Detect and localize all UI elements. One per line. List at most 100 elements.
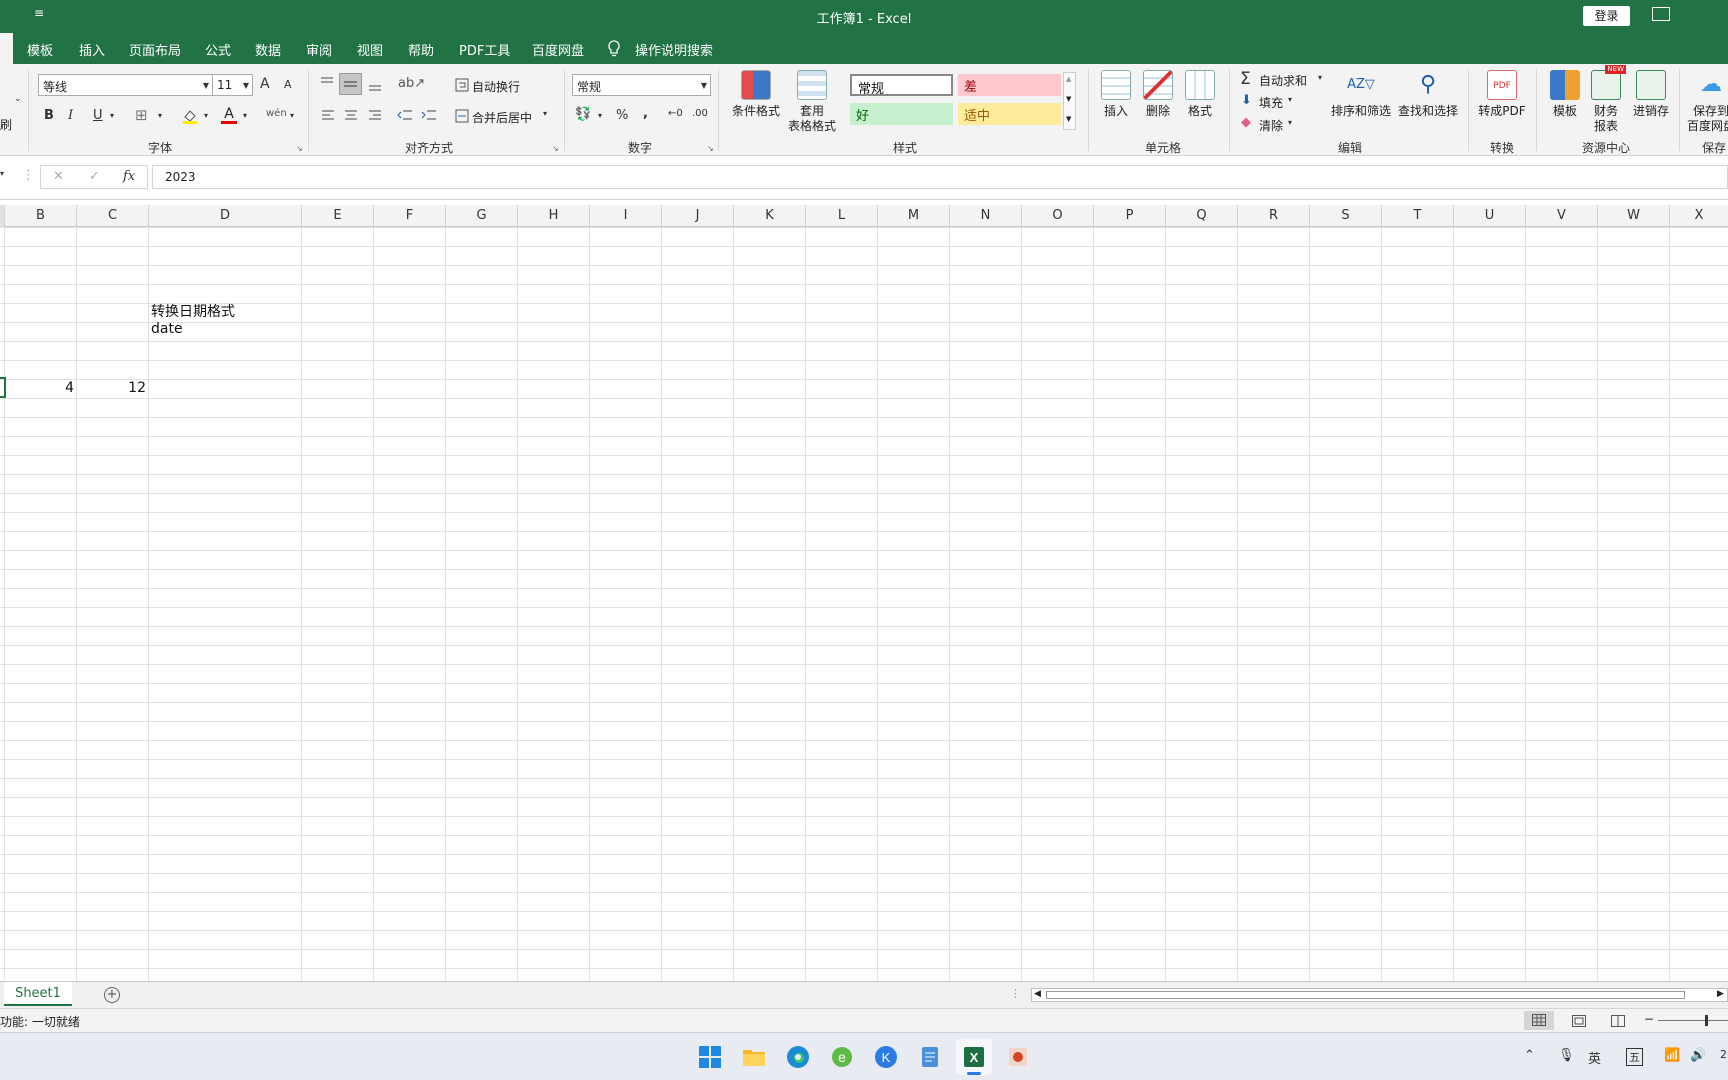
- format-cells-button[interactable]: 格式: [1182, 70, 1218, 119]
- windows-start-icon[interactable]: [698, 1045, 722, 1069]
- percent-style-button[interactable]: %: [616, 108, 628, 123]
- column-header-l[interactable]: L: [806, 205, 878, 227]
- decrease-indent-icon[interactable]: [397, 109, 413, 123]
- merge-center-button[interactable]: 合并后居中: [472, 109, 532, 126]
- column-header-q[interactable]: Q: [1166, 205, 1238, 227]
- zoom-slider-thumb[interactable]: [1705, 1015, 1708, 1026]
- show-hidden-icons[interactable]: ⌃: [1524, 1048, 1535, 1063]
- login-button[interactable]: 登录: [1583, 6, 1630, 26]
- ime-wubi-indicator[interactable]: 五: [1626, 1048, 1643, 1066]
- delete-cells-button[interactable]: 删除: [1140, 70, 1176, 119]
- grow-font-icon[interactable]: A: [260, 76, 270, 92]
- scroll-up-icon[interactable]: ▲: [1066, 75, 1071, 83]
- sheet-tab-sheet1[interactable]: Sheet1: [4, 982, 72, 1006]
- microphone-icon[interactable]: 🎙: [1558, 1048, 1575, 1063]
- italic-button[interactable]: I: [68, 108, 73, 123]
- column-header-i[interactable]: I: [590, 205, 662, 227]
- inventory-button[interactable]: 进销存: [1628, 70, 1674, 119]
- column-header-s[interactable]: S: [1310, 205, 1382, 227]
- column-header-g[interactable]: G: [446, 205, 518, 227]
- column-header-x[interactable]: X: [1670, 205, 1728, 227]
- format-painter-fragment[interactable]: 刷: [0, 116, 12, 133]
- more-styles-icon[interactable]: ▼: [1066, 115, 1071, 123]
- volume-icon[interactable]: 🔊: [1690, 1048, 1706, 1063]
- decrease-decimal-icon[interactable]: .00: [692, 108, 708, 119]
- edge-browser-icon[interactable]: [786, 1045, 810, 1069]
- chevron-down-icon[interactable]: ▾: [1288, 118, 1292, 127]
- column-header-f[interactable]: F: [374, 205, 446, 227]
- style-normal[interactable]: 常规: [850, 74, 953, 97]
- column-header-p[interactable]: P: [1094, 205, 1166, 227]
- wrap-text-button[interactable]: 自动换行: [472, 78, 520, 95]
- column-header-b[interactable]: B: [5, 205, 77, 227]
- convert-pdf-button[interactable]: PDF 转成PDF: [1475, 70, 1529, 119]
- column-header-w[interactable]: W: [1598, 205, 1670, 227]
- dialog-launcher-icon[interactable]: ↘: [552, 144, 559, 153]
- chevron-down-icon[interactable]: ⌄: [14, 94, 22, 104]
- align-middle-button[interactable]: [339, 73, 362, 95]
- font-color-icon[interactable]: A: [221, 106, 237, 126]
- insert-function-icon[interactable]: fx: [123, 169, 135, 184]
- align-bottom-icon[interactable]: [367, 76, 383, 92]
- save-to-netdisk-button[interactable]: ☁ 保存到 百度网盘: [1686, 70, 1728, 134]
- worksheet-grid[interactable]: 转换日期格式 date 4 12: [0, 227, 1728, 981]
- column-header-d[interactable]: D: [149, 205, 302, 227]
- tab-data[interactable]: 数据: [255, 40, 281, 59]
- scroll-right-icon[interactable]: ▶: [1717, 989, 1724, 999]
- column-header-v[interactable]: V: [1526, 205, 1598, 227]
- underline-button[interactable]: U: [93, 108, 103, 123]
- style-good[interactable]: 好: [850, 103, 953, 125]
- chevron-down-icon[interactable]: ▾: [1288, 95, 1292, 104]
- insert-cells-button[interactable]: 插入: [1098, 70, 1134, 119]
- enter-icon[interactable]: ✓: [89, 169, 100, 184]
- format-as-table-button[interactable]: 套用 表格格式: [782, 70, 842, 134]
- tab-baidu-netdisk[interactable]: 百度网盘: [532, 40, 584, 59]
- chevron-down-icon[interactable]: ▾: [204, 111, 208, 120]
- sort-filter-button[interactable]: AZ▽ 排序和筛选: [1330, 70, 1392, 119]
- chevron-down-icon[interactable]: ▾: [543, 109, 547, 118]
- formula-input[interactable]: 2023: [152, 165, 1728, 189]
- dialog-launcher-icon[interactable]: ↘: [296, 144, 303, 153]
- phonetic-guide-icon[interactable]: wén: [266, 108, 287, 119]
- font-name-select[interactable]: 等线 ▼: [38, 74, 213, 96]
- splitter-handle-icon[interactable]: ⋮: [1010, 987, 1021, 1000]
- column-header-n[interactable]: N: [950, 205, 1022, 227]
- scroll-down-icon[interactable]: ▼: [1066, 95, 1071, 103]
- powerpoint-icon[interactable]: [1006, 1045, 1030, 1069]
- conditional-formatting-button[interactable]: 条件格式: [727, 70, 785, 119]
- column-header-j[interactable]: J: [662, 205, 734, 227]
- template-button[interactable]: 模板: [1545, 70, 1585, 119]
- chevron-down-icon[interactable]: ▾: [290, 111, 294, 120]
- number-format-select[interactable]: 常规 ▼: [572, 74, 711, 96]
- align-center-icon[interactable]: [343, 109, 359, 123]
- chevron-down-icon[interactable]: ▾: [243, 111, 247, 120]
- ribbon-display-options-icon[interactable]: [1652, 7, 1670, 21]
- scroll-left-icon[interactable]: ◀: [1034, 989, 1041, 999]
- cell-d5[interactable]: date: [151, 321, 183, 337]
- style-bad[interactable]: 差: [958, 74, 1061, 96]
- add-sheet-icon[interactable]: +: [104, 987, 120, 1003]
- find-select-button[interactable]: ⚲ 查找和选择: [1396, 70, 1460, 119]
- tab-insert[interactable]: 插入: [79, 40, 105, 59]
- finance-report-button[interactable]: NEW 财务 报表: [1588, 65, 1626, 134]
- excel-taskbar-active[interactable]: X: [956, 1039, 992, 1075]
- styles-gallery-scroll[interactable]: ▲ ▼ ▼: [1063, 72, 1076, 130]
- browser-e-icon[interactable]: e: [830, 1045, 854, 1069]
- autosum-button[interactable]: 自动求和: [1259, 72, 1307, 89]
- zoom-slider[interactable]: [1658, 1020, 1728, 1021]
- borders-icon[interactable]: ⊞: [135, 106, 148, 124]
- style-neutral[interactable]: 适中: [958, 103, 1061, 125]
- chevron-down-icon[interactable]: ▾: [1318, 73, 1322, 82]
- horizontal-scroll-thumb[interactable]: [1046, 991, 1685, 999]
- align-right-icon[interactable]: [367, 109, 383, 123]
- cell-d4[interactable]: 转换日期格式: [151, 301, 235, 321]
- tab-template[interactable]: 模板: [27, 40, 53, 59]
- column-header-k[interactable]: K: [734, 205, 806, 227]
- column-header-m[interactable]: M: [878, 205, 950, 227]
- file-explorer-icon[interactable]: [742, 1045, 766, 1069]
- dialog-launcher-icon[interactable]: ↘: [707, 144, 714, 153]
- clear-button[interactable]: 清除: [1259, 117, 1283, 134]
- cell-c8[interactable]: 12: [77, 380, 146, 396]
- align-left-icon[interactable]: [320, 109, 336, 123]
- tab-help[interactable]: 帮助: [408, 40, 434, 59]
